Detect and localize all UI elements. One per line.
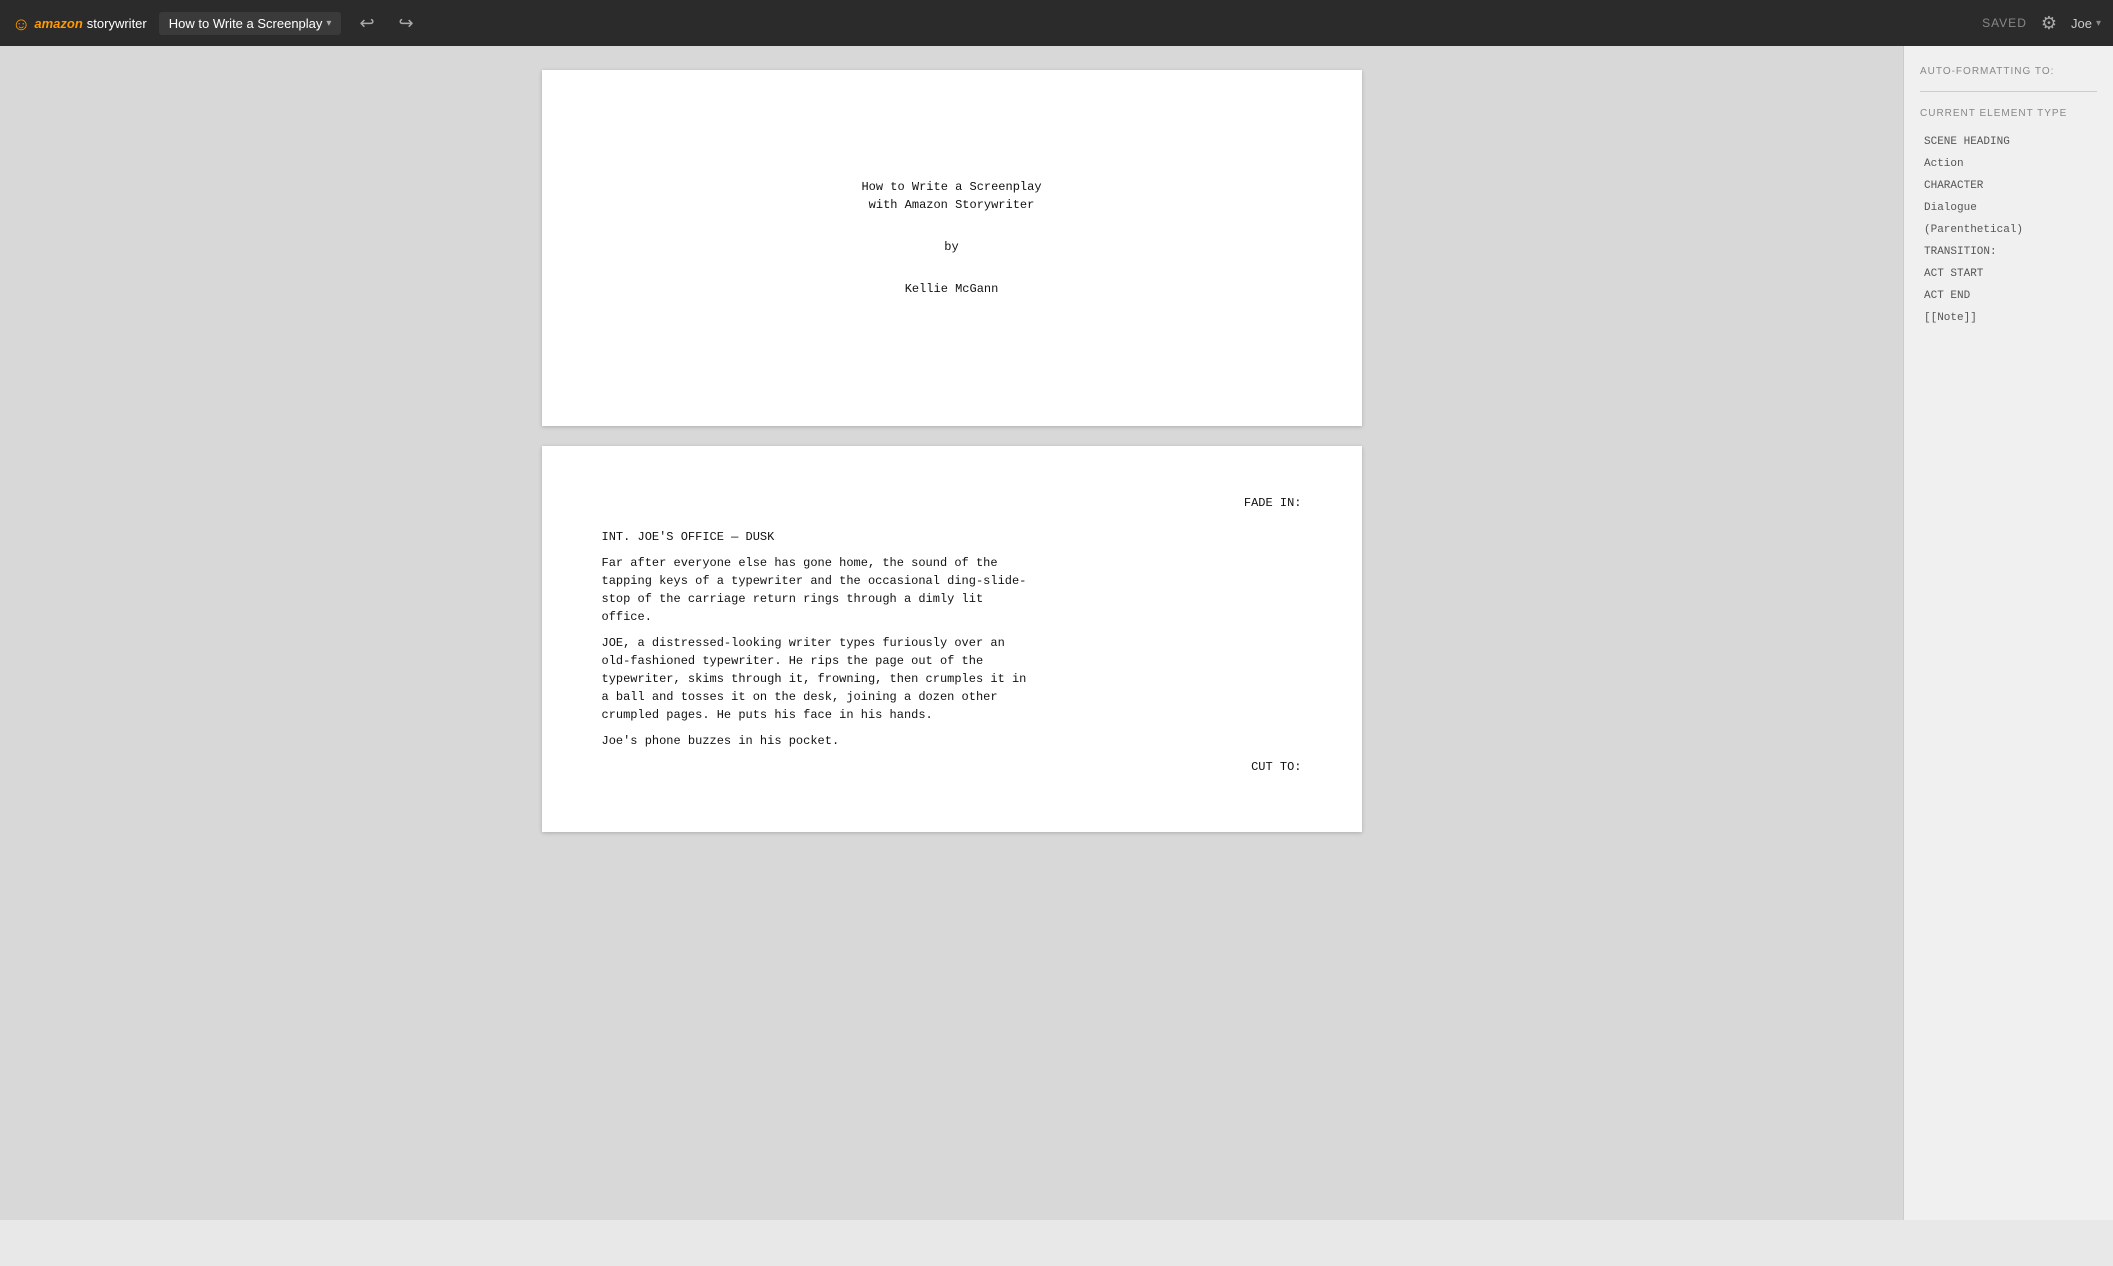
element-type-0[interactable]: SCENE HEADING xyxy=(1920,133,2097,151)
logo-amazon-text: amazon xyxy=(34,16,82,31)
scene-heading: INT. JOE'S office — DUSK xyxy=(602,528,1302,546)
script-author: Kellie McGann xyxy=(602,280,1302,298)
element-type-6[interactable]: ACT START xyxy=(1920,265,2097,283)
doc-title-text: How to Write a Screenplay xyxy=(169,16,323,31)
screenplay-area[interactable]: How to Write a Screenplay with Amazon St… xyxy=(0,46,1903,1220)
app-logo: ☺ amazon storywriter xyxy=(12,14,147,32)
right-panel: AUTO-FORMATTING TO: CURRENT ELEMENT TYPE… xyxy=(1903,46,2113,1220)
action-3: Joe's phone buzzes in his pocket. xyxy=(602,732,1302,750)
cut-to: CUT TO: xyxy=(602,758,1302,776)
script-content: FADE IN: INT. JOE'S office — DUSK Far af… xyxy=(602,494,1302,776)
element-type-4[interactable]: (Parenthetical) xyxy=(1920,221,2097,239)
user-name-label: Joe xyxy=(2071,16,2092,31)
redo-button[interactable]: ↪ xyxy=(393,9,420,38)
undo-button[interactable]: ↩ xyxy=(353,9,380,38)
element-types-list: SCENE HEADING Action CHARACTER Dialogue (Par… xyxy=(1920,133,2097,327)
element-type-7[interactable]: ACT END xyxy=(1920,287,2097,305)
logo-storywriter-text: storywriter xyxy=(87,16,147,31)
script-page-1[interactable]: FADE IN: INT. JOE'S office — DUSK Far af… xyxy=(542,446,1362,832)
saved-status: SAVED xyxy=(1982,16,2027,30)
logo-smile-icon: ☺ xyxy=(12,15,30,33)
script-title: How to Write a Screenplay with Amazon St… xyxy=(602,178,1302,214)
fade-in: FADE IN: xyxy=(602,494,1302,512)
action-1: Far after everyone else has gone home, t… xyxy=(602,554,1302,626)
title-page: How to Write a Screenplay with Amazon St… xyxy=(542,70,1362,426)
element-type-5[interactable]: TRANSITION: xyxy=(1920,243,2097,261)
main-content: How to Write a Screenplay with Amazon St… xyxy=(0,46,2113,1220)
auto-format-label: AUTO-FORMATTING TO: xyxy=(1920,66,2097,77)
element-type-3[interactable]: Dialogue xyxy=(1920,199,2097,217)
topbar: ☺ amazon storywriter How to Write a Scre… xyxy=(0,0,2113,46)
doc-title-chevron-icon: ▾ xyxy=(326,18,331,29)
doc-title-button[interactable]: How to Write a Screenplay ▾ xyxy=(159,12,342,35)
user-chevron-icon: ▾ xyxy=(2096,18,2101,29)
action-2: JOE, a distressed-looking writer types f… xyxy=(602,634,1302,724)
title-page-content: How to Write a Screenplay with Amazon St… xyxy=(602,118,1302,378)
element-type-8[interactable]: [[Note]] xyxy=(1920,309,2097,327)
panel-divider xyxy=(1920,91,2097,92)
element-type-1[interactable]: Action xyxy=(1920,155,2097,173)
script-by: by xyxy=(602,238,1302,256)
topbar-right: SAVED ⚙ Joe ▾ xyxy=(1982,13,2101,34)
current-element-type-label: CURRENT ELEMENT TYPE xyxy=(1920,108,2097,119)
user-menu-button[interactable]: Joe ▾ xyxy=(2071,16,2101,31)
element-type-2[interactable]: CHARACTER xyxy=(1920,177,2097,195)
settings-button[interactable]: ⚙ xyxy=(2041,13,2057,34)
